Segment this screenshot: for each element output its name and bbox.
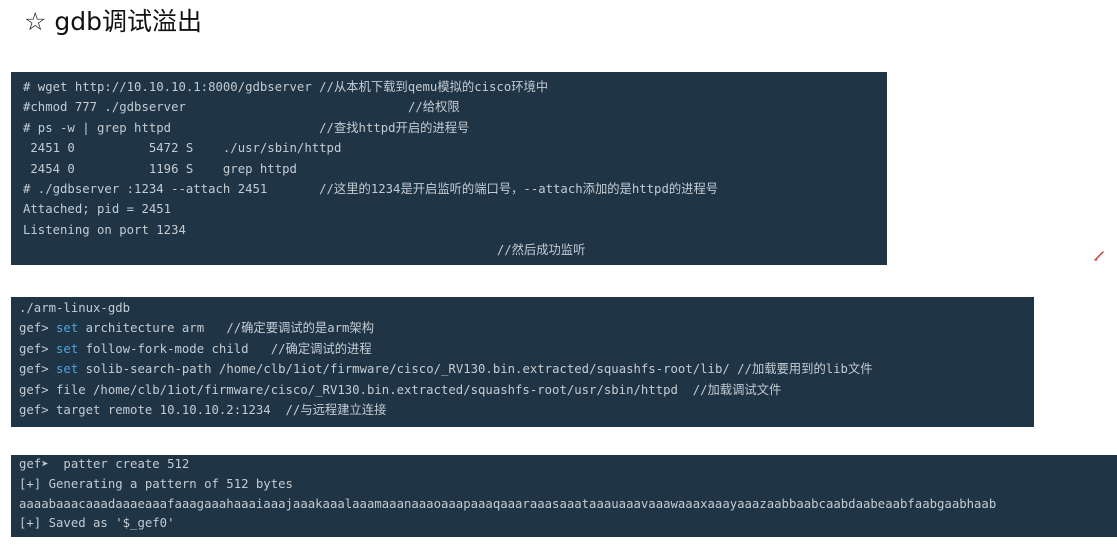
code-line: #chmod 777 ./gdbserver //给权限 — [23, 100, 460, 115]
code-line: 2451 0 5472 S ./usr/sbin/httpd — [23, 141, 342, 156]
code-text: follow-fork-mode child //确定调试的进程 — [78, 341, 372, 356]
gef-prompt: gef> — [19, 341, 57, 356]
code-text: architecture arm //确定要调试的是arm架构 — [78, 321, 375, 336]
code-line: gef> file /home/clb/1iot/firmware/cisco/… — [19, 380, 1034, 400]
set-keyword: set — [56, 362, 79, 377]
code-line: gef> set architecture arm //确定要调试的是arm架构 — [19, 318, 1034, 338]
gef-prompt: gef> — [19, 321, 57, 336]
star-icon: ☆ — [24, 7, 47, 36]
code-line: Attached; pid = 2451 — [23, 202, 172, 217]
code-line: gef> set follow-fork-mode child //确定调试的进… — [19, 339, 1034, 359]
code-text: solib-search-path /home/clb/1iot/firmwar… — [78, 362, 873, 377]
code-text: gef> target remote 10.10.10.2:1234 //与远程… — [19, 402, 387, 417]
code-line: 2454 0 1196 S grep httpd — [23, 161, 297, 176]
code-line: # ps -w | grep httpd //查找httpd开启的进程号 — [23, 120, 470, 135]
code-line: gef> set solib-search-path /home/clb/1io… — [19, 359, 1034, 379]
pen-icon — [1094, 251, 1104, 261]
code-line: gef➤ patter create 512 — [19, 457, 190, 471]
code-line: gef> target remote 10.10.10.2:1234 //与远程… — [19, 400, 1034, 420]
code-block-gdb-setup: ./arm-linux-gdb gef> set architecture ar… — [11, 297, 1034, 427]
set-keyword: set — [56, 321, 79, 336]
code-line: # wget http://10.10.10.1:8000/gdbserver … — [23, 80, 549, 94]
page-title: ☆ gdb调试溢出 — [24, 2, 202, 38]
code-line: [+] Saved as '$_gef0' — [19, 516, 175, 531]
code-block-gdbserver: # wget http://10.10.10.1:8000/gdbserver … — [11, 72, 887, 265]
set-keyword: set — [56, 341, 79, 356]
code-text: ./arm-linux-gdb — [19, 301, 131, 315]
code-line: //然后成功监听 — [23, 243, 586, 258]
code-line: ./arm-linux-gdb — [19, 298, 1034, 318]
gef-prompt: gef> — [19, 362, 57, 377]
code-line: Listening on port 1234 — [23, 222, 186, 237]
page-title-text: gdb调试溢出 — [54, 7, 202, 36]
code-line: [+] Generating a pattern of 512 bytes — [19, 476, 293, 491]
code-line: aaaabaaacaaadaaaeaaafaaagaaahaaaiaaajaaa… — [19, 496, 997, 511]
code-text: gef> file /home/clb/1iot/firmware/cisco/… — [19, 382, 782, 397]
code-block-pattern: gef➤ patter create 512 [+] Generating a … — [11, 455, 1117, 537]
code-line: # ./gdbserver :1234 --attach 2451 //这里的1… — [23, 181, 719, 196]
